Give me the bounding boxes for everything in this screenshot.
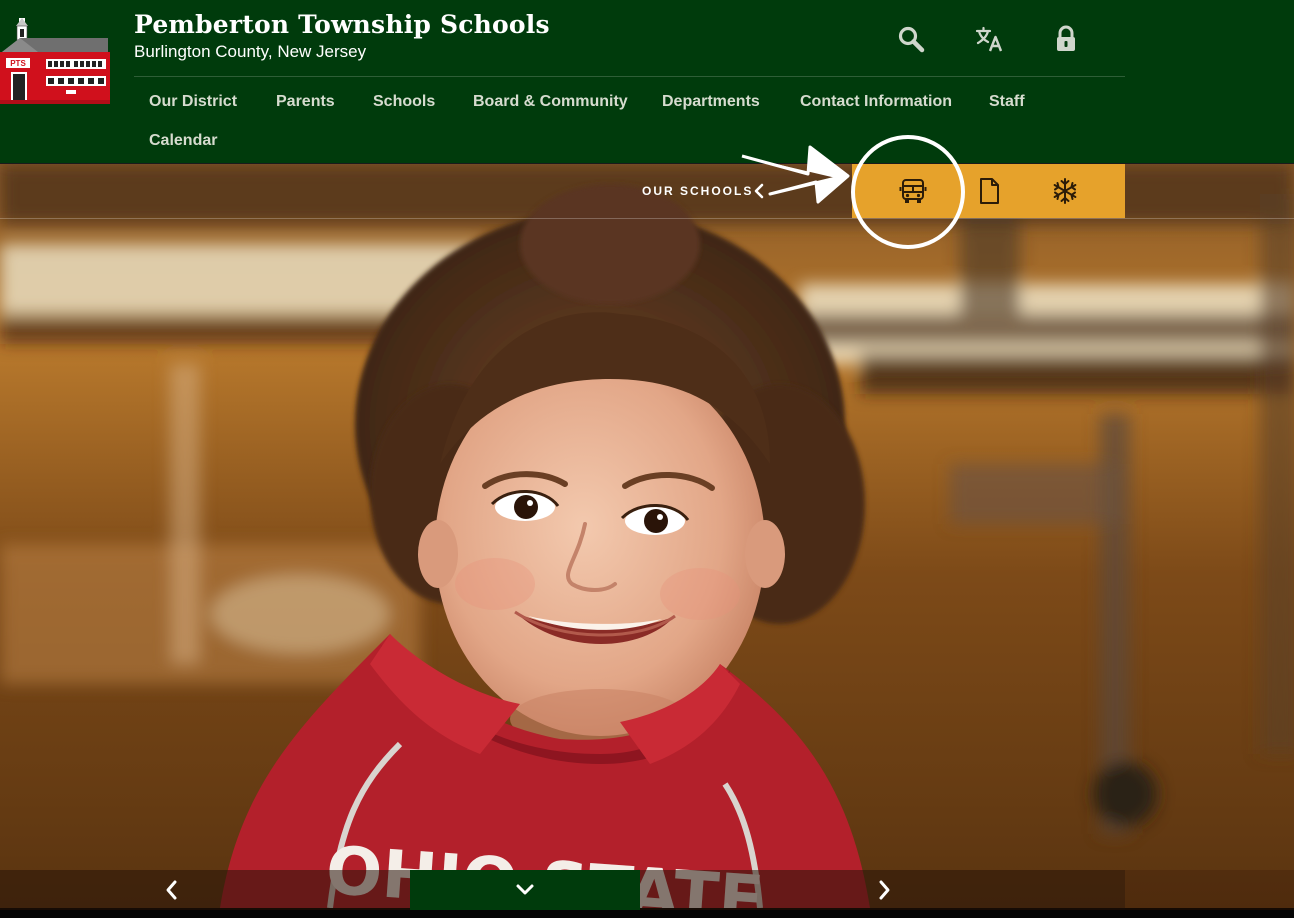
scroll-down-button[interactable]	[410, 870, 640, 910]
chevron-down-icon	[516, 884, 534, 895]
nav-item-schools[interactable]: Schools	[373, 93, 435, 111]
search-icon	[898, 26, 925, 53]
page: PTS Pemberton Township Schools Burlingto…	[0, 0, 1294, 918]
logo-text: PTS	[10, 59, 26, 68]
site-subtitle: Burlington County, New Jersey	[134, 42, 367, 61]
slider-bar-extension	[1125, 870, 1294, 910]
header-divider	[134, 76, 1125, 77]
nav-item-departments[interactable]: Departments	[662, 93, 760, 111]
chevron-left-icon[interactable]	[160, 876, 184, 904]
nav-item-calendar[interactable]: Calendar	[149, 132, 217, 150]
hero-photo: OHIO STATE	[0, 164, 1294, 908]
bus-icon	[899, 179, 927, 203]
chevron-left-icon[interactable]	[752, 182, 766, 200]
nav-item-board-community[interactable]: Board & Community	[473, 93, 628, 111]
district-logo[interactable]: PTS	[0, 14, 112, 106]
site-header: PTS Pemberton Township Schools Burlingto…	[0, 0, 1294, 164]
lock-icon	[1057, 25, 1075, 51]
page-bottom-edge	[0, 910, 1294, 918]
search-button[interactable]	[894, 22, 928, 56]
quick-links-bar	[852, 164, 1125, 218]
document-icon	[980, 178, 999, 204]
nav-item-contact-information[interactable]: Contact Information	[800, 93, 952, 111]
nav-item-parents[interactable]: Parents	[276, 93, 335, 111]
hero-divider	[0, 218, 1294, 219]
our-schools-label[interactable]: OUR SCHOOLS	[642, 184, 753, 198]
document-quicklink[interactable]	[959, 164, 1019, 218]
sign-in-button[interactable]	[1049, 22, 1083, 56]
nav-item-staff[interactable]: Staff	[989, 93, 1025, 111]
snowflake-quicklink[interactable]	[1035, 164, 1095, 218]
hero-slideshow: OHIO STATE	[0, 164, 1294, 908]
snowflake-icon	[1053, 178, 1077, 204]
bus-quicklink[interactable]	[883, 164, 943, 218]
chevron-right-icon[interactable]	[872, 876, 896, 904]
translate-button[interactable]	[973, 22, 1007, 56]
nav-item-our-district[interactable]: Our District	[149, 93, 237, 111]
translate-icon	[975, 26, 1003, 52]
site-title[interactable]: Pemberton Township Schools	[134, 10, 550, 39]
